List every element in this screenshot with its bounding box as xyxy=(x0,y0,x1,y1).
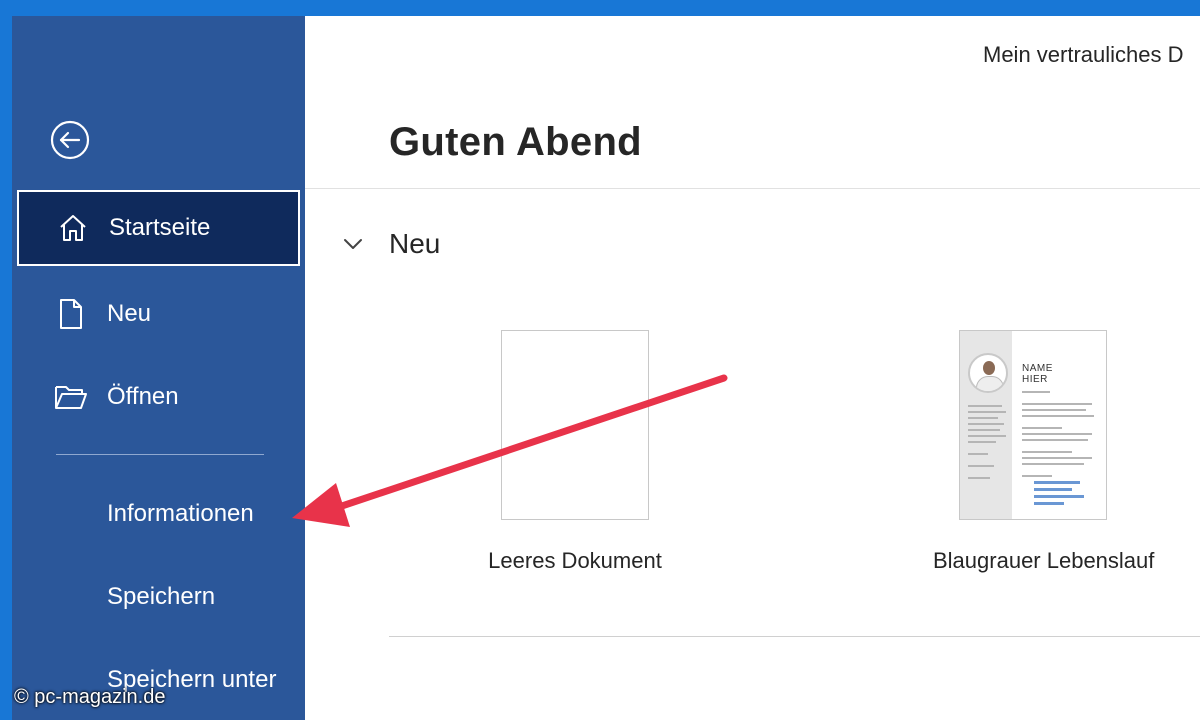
document-title: Mein vertrauliches D xyxy=(983,42,1184,67)
sidebar-item-startseite[interactable]: Startseite xyxy=(17,190,300,266)
back-button[interactable] xyxy=(50,120,90,160)
sidebar-item-label: Informationen xyxy=(107,500,254,527)
sidebar-item-neu[interactable]: Neu xyxy=(17,276,300,352)
chevron-down-icon xyxy=(344,239,362,249)
folder-open-icon xyxy=(53,379,89,415)
template-thumbnail: NAME HIER xyxy=(959,330,1107,520)
window-top-edge xyxy=(0,0,1200,16)
section-toggle-neu[interactable]: Neu xyxy=(341,228,440,260)
template-blue-grey-resume[interactable]: NAME HIER Blaugrauer Lebenslauf xyxy=(933,330,1155,574)
sidebar-divider xyxy=(56,454,264,455)
sidebar-item-speichern[interactable]: Speichern xyxy=(17,559,300,635)
sidebar-item-label: Speichern xyxy=(107,583,216,610)
sidebar-item-oeffnen[interactable]: Öffnen xyxy=(17,359,300,435)
main-pane: Mein vertrauliches D Guten Abend Neu Lee… xyxy=(305,16,1200,720)
thumb-name: NAME xyxy=(1022,363,1053,374)
backstage-sidebar: Startseite Neu Öffnen Informationen Spei… xyxy=(12,16,305,720)
section-divider xyxy=(389,636,1200,637)
header-divider xyxy=(305,188,1200,189)
sidebar-item-informationen[interactable]: Informationen xyxy=(17,476,300,552)
new-document-icon xyxy=(53,296,89,332)
window-left-edge xyxy=(0,0,12,720)
sidebar-item-label: Startseite xyxy=(109,214,211,241)
back-arrow-circle-icon xyxy=(50,120,90,160)
template-thumbnail xyxy=(501,330,649,520)
template-blank-document[interactable]: Leeres Dokument xyxy=(475,330,675,574)
template-caption: Leeres Dokument xyxy=(488,548,662,573)
sidebar-item-label: Neu xyxy=(107,300,152,327)
thumb-name2: HIER xyxy=(1022,374,1048,385)
sidebar-item-label: Öffnen xyxy=(107,383,179,410)
watermark: © pc-magazin.de xyxy=(14,686,166,708)
home-icon xyxy=(55,210,91,246)
section-label: Neu xyxy=(389,228,441,259)
portrait-image xyxy=(968,353,1008,393)
template-caption: Blaugrauer Lebenslauf xyxy=(933,548,1155,573)
page-title: Guten Abend xyxy=(389,120,642,164)
